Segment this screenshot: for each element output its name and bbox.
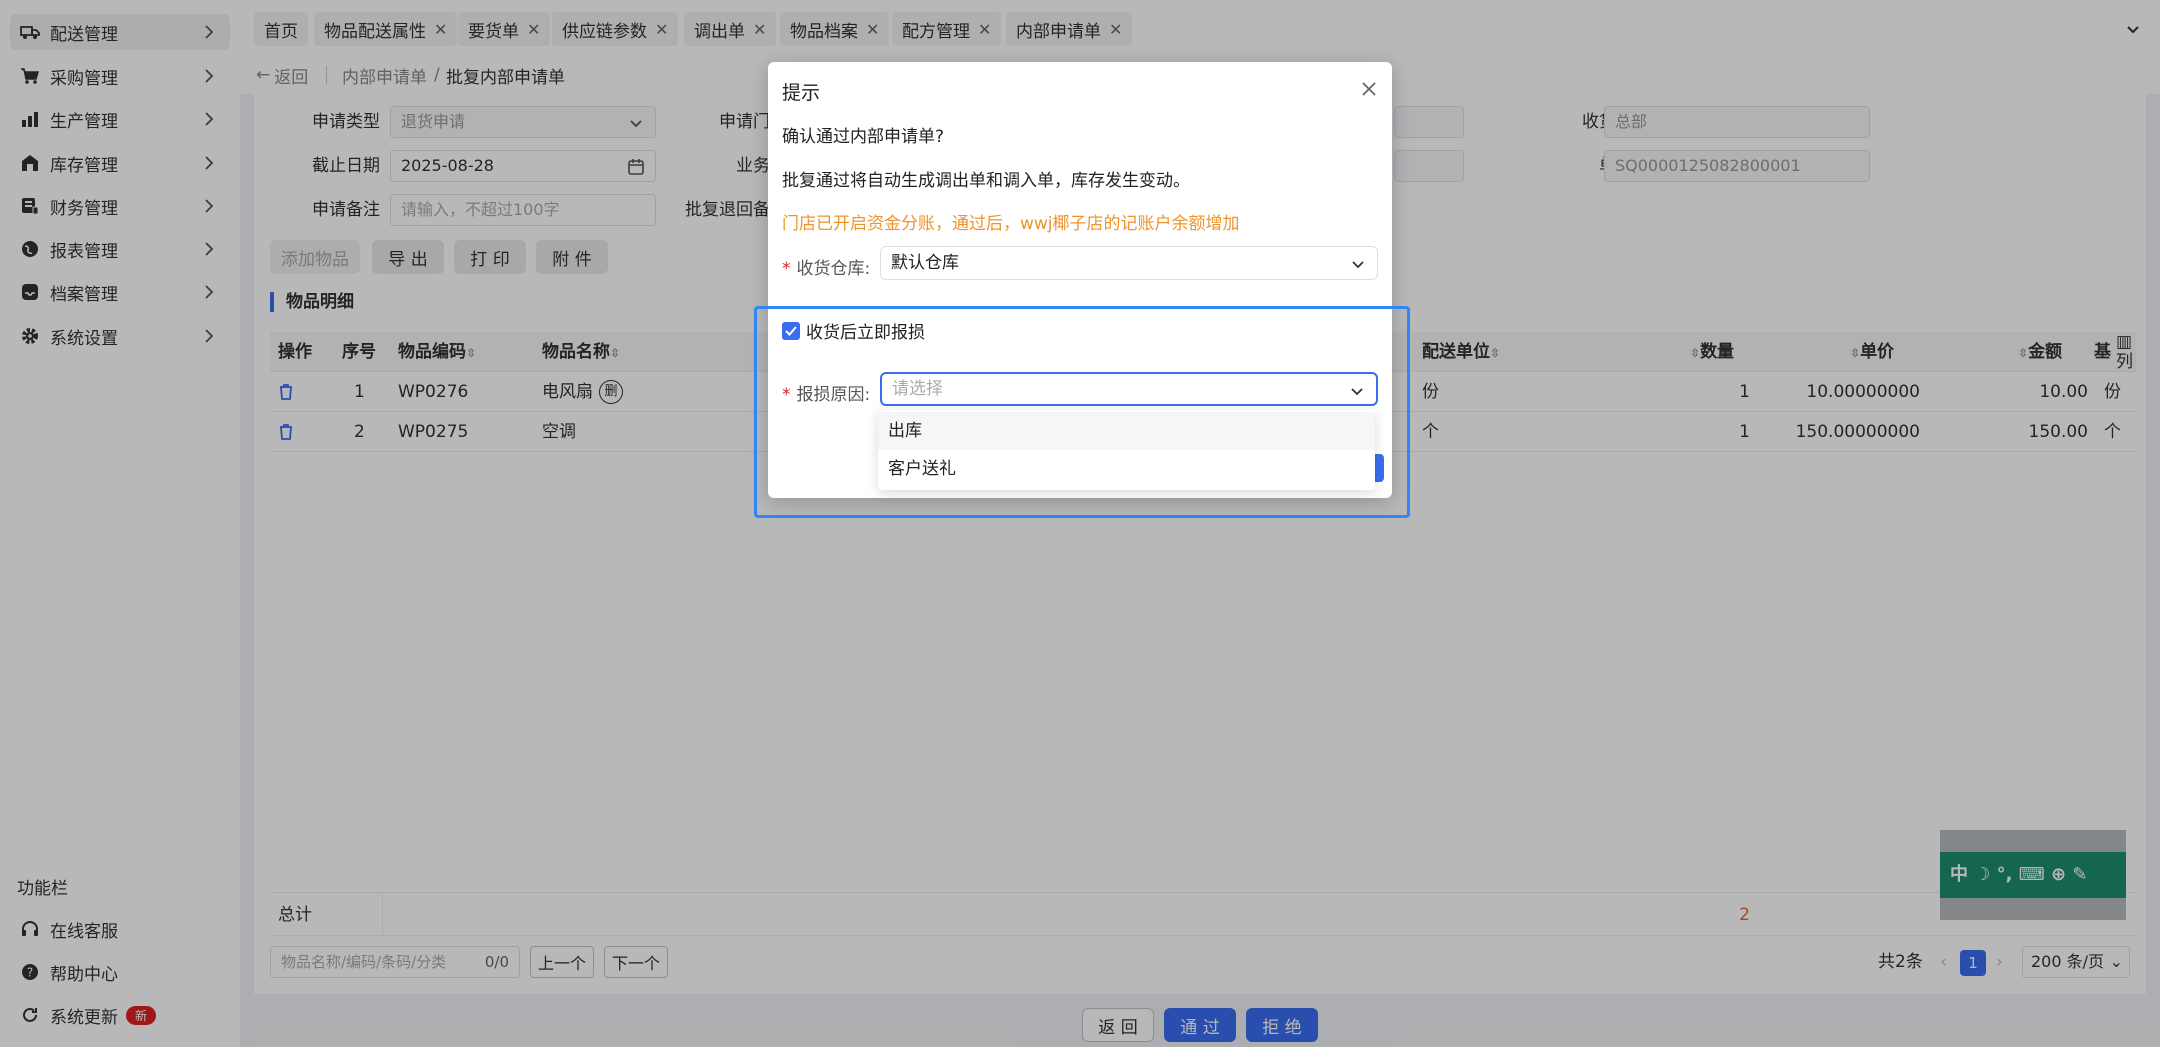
dialog-info: 批复通过将自动生成调出单和调入单，库存发生变动。: [782, 171, 1190, 191]
dialog-question: 确认通过内部申请单?: [782, 127, 945, 147]
warehouse-select[interactable]: 默认仓库: [880, 246, 1378, 280]
dropdown-option[interactable]: 客户送礼: [878, 450, 1375, 488]
warehouse-label: * 收货仓库:: [782, 254, 870, 279]
close-icon[interactable]: [1358, 78, 1380, 100]
required-mark: *: [782, 259, 791, 279]
warehouse-value: 默认仓库: [891, 253, 959, 273]
dropdown-option[interactable]: 出库: [878, 412, 1375, 450]
chevron-down-icon: [1352, 261, 1364, 269]
scrap-reason-dropdown: 出库 客户送礼: [878, 410, 1375, 490]
dialog-title: 提示: [782, 82, 821, 104]
dialog-warning: 门店已开启资金分账，通过后，wwj椰子店的记账户余额增加: [782, 214, 1240, 234]
warehouse-label-text: 收货仓库:: [796, 259, 871, 279]
